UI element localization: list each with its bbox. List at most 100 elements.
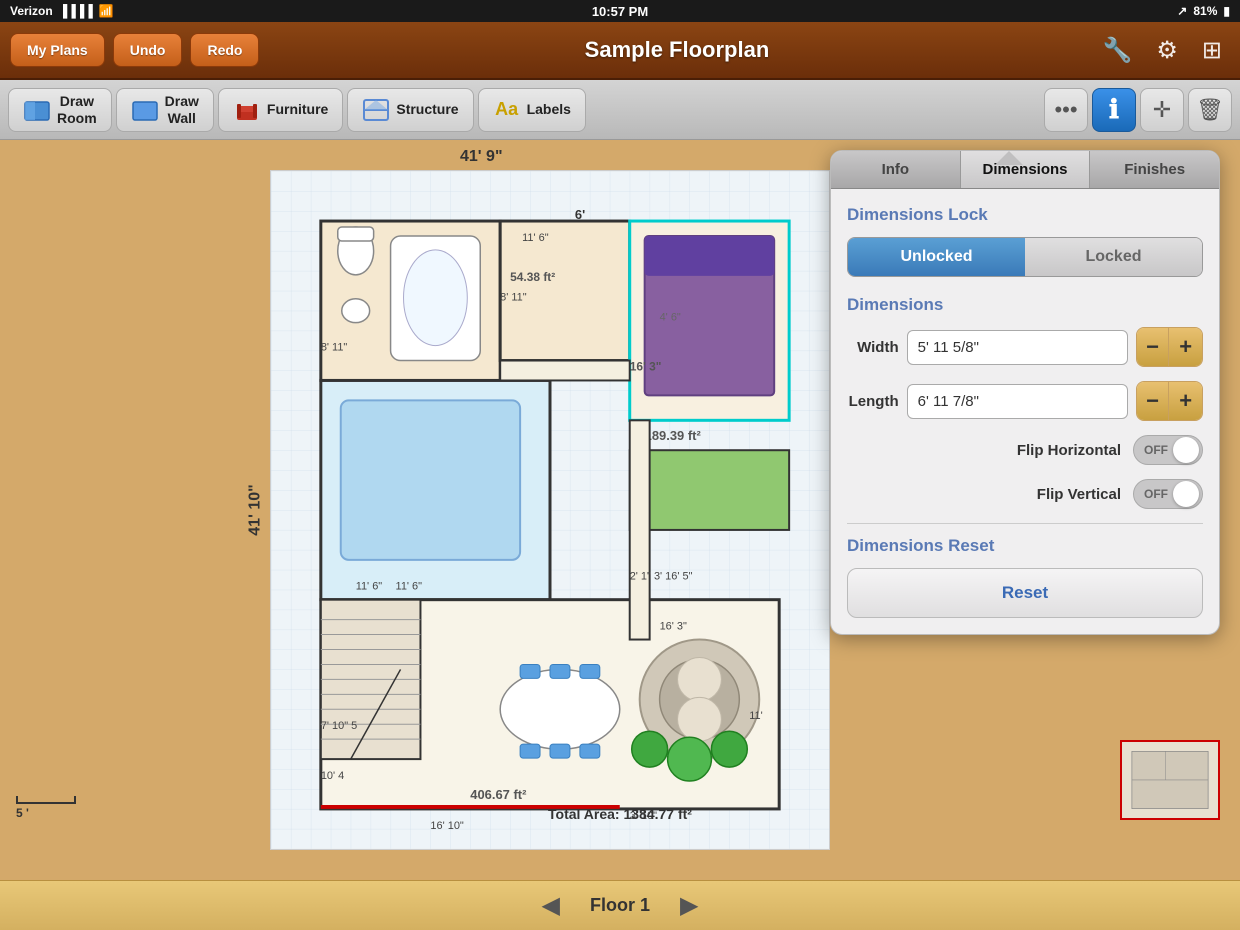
labels-button[interactable]: Aa Labels [478, 88, 586, 132]
battery-label: 81% [1193, 4, 1217, 18]
redo-button[interactable]: Redo [190, 33, 259, 67]
flip-vertical-row: Flip Vertical OFF [847, 479, 1203, 509]
draw-room-label: DrawRoom [57, 93, 97, 127]
width-input[interactable] [907, 330, 1128, 365]
panel-body: Dimensions Lock Unlocked Locked Dimensio… [831, 189, 1219, 634]
svg-text:4' 6": 4' 6" [660, 312, 681, 324]
length-label: Length [847, 393, 899, 410]
floorplan-canvas[interactable]: 103.15 ft² 54.38 ft² 119.72 ft² 189.39 f… [270, 170, 830, 850]
flip-vertical-knob [1173, 481, 1199, 507]
next-floor-button[interactable]: ▶ [670, 891, 708, 920]
svg-text:7' 10" 5: 7' 10" 5 [321, 720, 357, 732]
reset-title: Dimensions Reset [847, 536, 1203, 556]
svg-text:10' 4: 10' 4 [321, 770, 344, 782]
svg-text:16' 3": 16' 3" [630, 360, 662, 374]
locked-button[interactable]: Locked [1025, 238, 1202, 276]
flip-horizontal-label: Flip Horizontal [847, 442, 1133, 459]
flip-vertical-value: OFF [1144, 487, 1168, 501]
labels-icon: Aa [493, 96, 521, 124]
undo-button[interactable]: Undo [113, 33, 183, 67]
flip-vertical-toggle[interactable]: OFF [1133, 479, 1203, 509]
tool-row: DrawRoom DrawWall Furniture [0, 80, 1240, 140]
reset-button[interactable]: Reset [847, 568, 1203, 618]
status-bar: Verizon ▐▐▐▐ 📶 10:57 PM ↗ 81% ▮ [0, 0, 1240, 22]
flip-horizontal-knob [1173, 437, 1199, 463]
draw-wall-button[interactable]: DrawWall [116, 88, 214, 132]
panel-arrow [981, 150, 1001, 151]
svg-text:8' 11": 8' 11" [321, 342, 348, 354]
status-time: 10:57 PM [592, 4, 648, 19]
tab-dimensions[interactable]: Dimensions [961, 151, 1091, 188]
furniture-icon [233, 96, 261, 124]
width-stepper: − + [1136, 327, 1203, 367]
width-row: Width − + [847, 327, 1203, 367]
length-increment-button[interactable]: + [1169, 382, 1202, 420]
svg-text:16' 10": 16' 10" [430, 820, 464, 832]
move-icon: ✛ [1153, 97, 1171, 123]
trash-icon: 🗑 [1196, 97, 1224, 123]
lock-toggle: Unlocked Locked [847, 237, 1203, 277]
scale-label: 5 ' [16, 806, 29, 820]
dimensions-panel: Info Dimensions Finishes Dimensions Lock… [830, 150, 1220, 635]
width-label: Width [847, 339, 899, 356]
svg-text:406.67 ft²: 406.67 ft² [470, 787, 527, 802]
structure-label: Structure [396, 101, 458, 118]
svg-text:11' 6": 11' 6" [396, 581, 423, 593]
carrier-label: Verizon [10, 4, 53, 18]
draw-room-button[interactable]: DrawRoom [8, 88, 112, 132]
more-button[interactable]: ••• [1044, 88, 1088, 132]
my-plans-button[interactable]: My Plans [10, 33, 105, 67]
floor-label: Floor 1 [590, 895, 650, 916]
left-dimension-label: 41' 10" [247, 484, 265, 535]
svg-text:11' 6": 11' 6" [356, 581, 383, 593]
panel-tabs: Info Dimensions Finishes [831, 151, 1219, 189]
bottom-bar: ◀ Floor 1 ▶ [0, 880, 1240, 930]
width-increment-button[interactable]: + [1169, 328, 1202, 366]
tab-finishes[interactable]: Finishes [1090, 151, 1219, 188]
layers-button[interactable]: ⊞ [1194, 32, 1230, 69]
minimap[interactable] [1120, 740, 1220, 820]
svg-text:6': 6' [575, 207, 585, 222]
length-stepper: − + [1136, 381, 1203, 421]
settings-button[interactable]: ⚙ [1148, 32, 1186, 69]
dimensions-lock-title: Dimensions Lock [847, 205, 1203, 225]
flip-vertical-label: Flip Vertical [847, 486, 1133, 503]
length-input[interactable] [907, 384, 1128, 419]
draw-wall-icon [131, 96, 159, 124]
wifi-icon: 📶 [99, 4, 114, 18]
furniture-label: Furniture [267, 101, 328, 118]
structure-button[interactable]: Structure [347, 88, 473, 132]
scale-bar [16, 796, 76, 804]
scale-indicator: 5 ' [16, 796, 76, 820]
status-left: Verizon ▐▐▐▐ 📶 [10, 4, 114, 18]
info-icon: ℹ [1109, 94, 1119, 125]
length-decrement-button[interactable]: − [1137, 382, 1170, 420]
structure-icon [362, 96, 390, 124]
svg-text:11' 6": 11' 6" [522, 232, 549, 244]
draw-room-icon [23, 96, 51, 124]
wrench-button[interactable]: 🔧 [1094, 32, 1140, 69]
flip-horizontal-toggle[interactable]: OFF [1133, 435, 1203, 465]
trash-button[interactable]: 🗑 [1188, 88, 1232, 132]
svg-text:16' 3": 16' 3" [660, 621, 687, 633]
top-dimension-label: 41' 9" [460, 148, 503, 166]
dimensions-title: Dimensions [847, 295, 1203, 315]
length-row: Length − + [847, 381, 1203, 421]
panel-divider [847, 523, 1203, 524]
info-button[interactable]: ℹ [1092, 88, 1136, 132]
svg-text:189.39 ft²: 189.39 ft² [645, 428, 702, 443]
tab-info[interactable]: Info [831, 151, 961, 188]
signal-icon: ▐▐▐▐ [59, 4, 93, 18]
app-title: Sample Floorplan [267, 37, 1086, 63]
furniture-button[interactable]: Furniture [218, 88, 343, 132]
battery-icon: ▮ [1223, 4, 1230, 18]
status-right: ↗ 81% ▮ [1177, 4, 1230, 18]
svg-text:2' 1" 3' 16' 5": 2' 1" 3' 16' 5" [630, 571, 693, 583]
width-decrement-button[interactable]: − [1137, 328, 1170, 366]
svg-text:8' 11": 8' 11" [500, 292, 527, 304]
unlocked-button[interactable]: Unlocked [848, 238, 1025, 276]
main-toolbar: My Plans Undo Redo Sample Floorplan 🔧 ⚙ … [0, 22, 1240, 80]
main-area: 41' 9" 41' 10" 103.15 ft² [0, 140, 1240, 880]
move-button[interactable]: ✛ [1140, 88, 1184, 132]
prev-floor-button[interactable]: ◀ [532, 891, 570, 920]
